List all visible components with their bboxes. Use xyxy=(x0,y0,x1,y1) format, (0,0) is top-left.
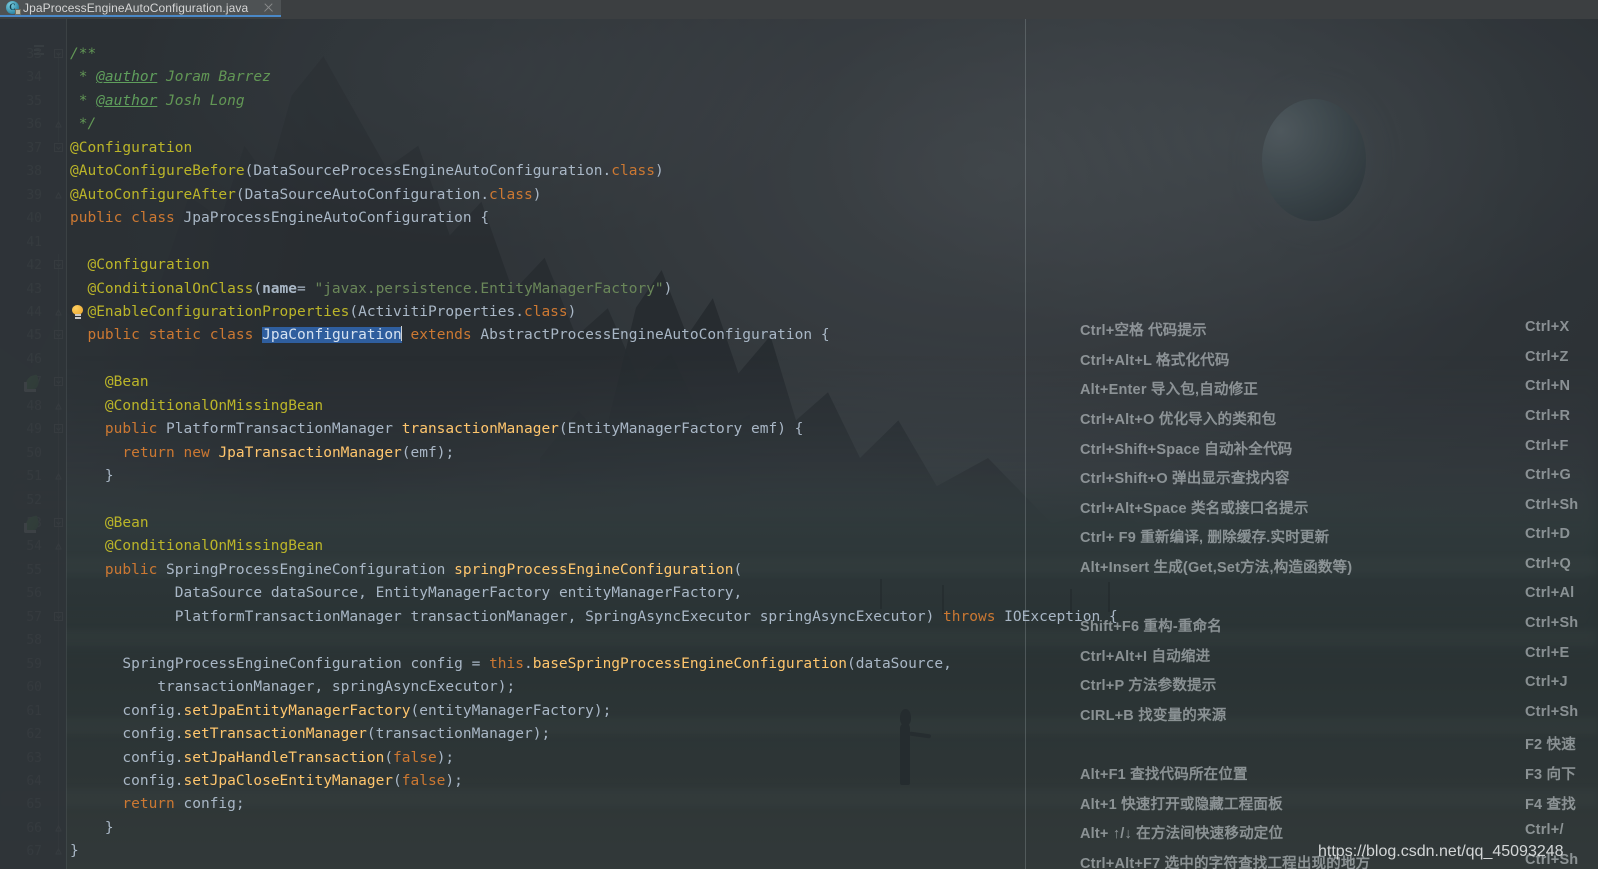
code-line[interactable]: SpringProcessEngineConfiguration config … xyxy=(70,655,951,674)
editor-tab-bar: C JpaProcessEngineAutoConfiguration.java xyxy=(0,0,1598,19)
code-line[interactable]: config.setJpaHandleTransaction(false); xyxy=(70,749,454,768)
editor-tab-label: JpaProcessEngineAutoConfiguration.java xyxy=(23,0,249,15)
code-line[interactable]: public PlatformTransactionManager transa… xyxy=(70,420,803,439)
code-line[interactable]: config.setJpaCloseEntityManager(false); xyxy=(70,772,463,791)
code-line[interactable]: PlatformTransactionManager transactionMa… xyxy=(70,608,1118,627)
watermark-url: https://blog.csdn.net/qq_45093248 xyxy=(1318,843,1564,860)
java-class-icon: C xyxy=(6,1,21,15)
code-line[interactable]: } xyxy=(70,842,79,861)
code-line[interactable]: @ConditionalOnClass(name= "javax.persist… xyxy=(70,280,672,299)
intention-bulb-icon[interactable] xyxy=(72,305,84,319)
code-line[interactable]: transactionManager, springAsyncExecutor)… xyxy=(70,678,515,697)
code-line[interactable]: public class JpaProcessEngineAutoConfigu… xyxy=(70,209,489,228)
code-line[interactable]: config.setJpaEntityManagerFactory(entity… xyxy=(70,702,611,721)
code-line[interactable]: } xyxy=(70,819,114,838)
code-line[interactable]: public SpringProcessEngineConfiguration … xyxy=(70,561,742,580)
code-line[interactable]: return new JpaTransactionManager(emf); xyxy=(70,444,454,463)
code-line[interactable]: @AutoConfigureBefore(DataSourceProcessEn… xyxy=(70,162,664,181)
code-line[interactable]: /** xyxy=(70,45,96,64)
editor-tab-jpaprocessengineautoconfiguration[interactable]: C JpaProcessEngineAutoConfiguration.java xyxy=(0,0,281,17)
code-line[interactable]: */ xyxy=(70,115,96,134)
code-line[interactable]: @Configuration xyxy=(70,256,209,275)
code-line[interactable]: @EnableConfigurationProperties(ActivitiP… xyxy=(70,303,576,322)
intellij-window: C JpaProcessEngineAutoConfiguration.java xyxy=(0,0,1598,869)
text-caret xyxy=(400,326,402,342)
code-line[interactable]: @Configuration xyxy=(70,139,192,158)
code-line[interactable]: config.setTransactionManager(transaction… xyxy=(70,725,550,744)
code-line[interactable]: @ConditionalOnMissingBean xyxy=(70,537,323,556)
code-line[interactable]: * @author Joram Barrez xyxy=(70,68,271,87)
code-content[interactable]: /** * @author Joram Barrez * @author Jos… xyxy=(0,19,1598,869)
code-line[interactable]: @ConditionalOnMissingBean xyxy=(70,397,323,416)
selected-text[interactable]: JpaConfiguration xyxy=(262,327,402,344)
close-icon[interactable] xyxy=(263,2,274,13)
code-line[interactable]: return config; xyxy=(70,795,244,814)
code-line[interactable]: @Bean xyxy=(70,514,149,533)
code-line[interactable]: @AutoConfigureAfter(DataSourceAutoConfig… xyxy=(70,186,541,205)
code-line[interactable]: * @author Josh Long xyxy=(70,92,245,111)
code-line[interactable]: @Bean xyxy=(70,373,149,392)
code-line[interactable]: DataSource dataSource, EntityManagerFact… xyxy=(70,584,743,603)
code-line[interactable]: } xyxy=(70,467,114,486)
code-editor[interactable]: 3334353637383940414243444546474849505152… xyxy=(0,19,1598,869)
code-line[interactable]: public static class JpaConfiguration ext… xyxy=(70,326,830,345)
